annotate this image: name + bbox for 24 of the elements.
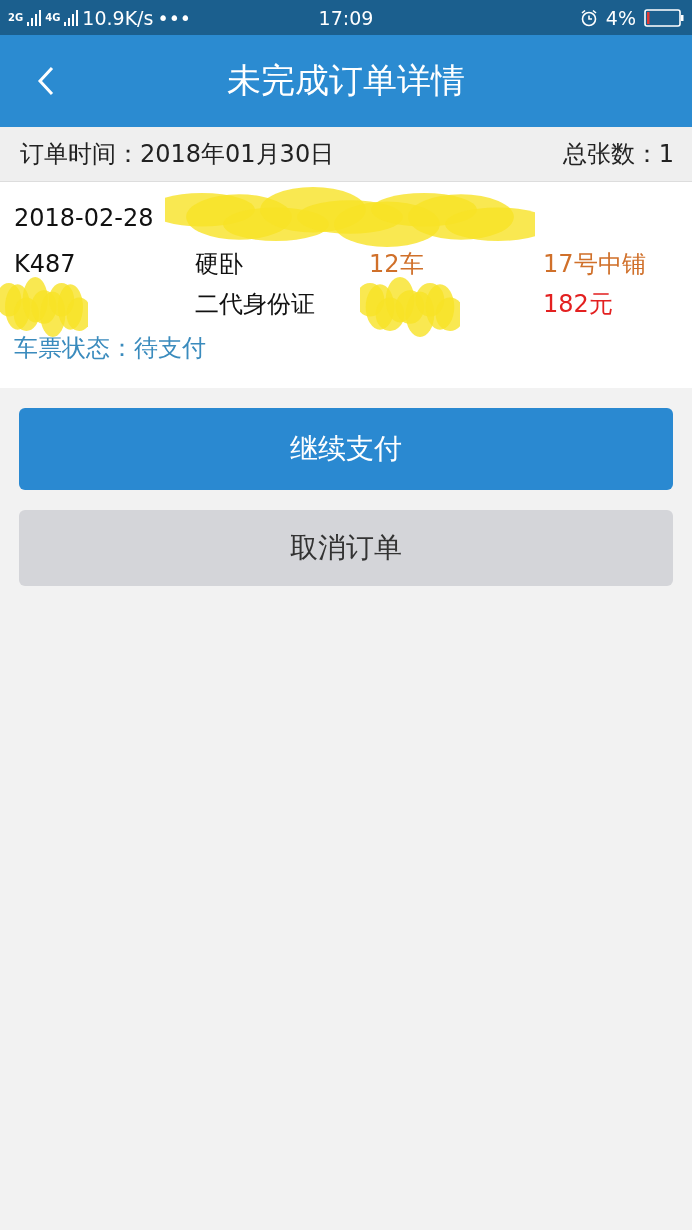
network-speed: 10.9K/s bbox=[82, 6, 154, 29]
ticket-status: 车票状态：待支付 bbox=[14, 333, 206, 364]
pay-button[interactable]: 继续支付 bbox=[19, 408, 673, 490]
seat-type: 硬卧 bbox=[195, 249, 244, 280]
seat-number: 17号中铺 bbox=[543, 249, 647, 280]
signal-icon bbox=[64, 9, 79, 26]
page-title: 未完成订单详情 bbox=[227, 59, 465, 102]
id-type: 二代身份证 bbox=[195, 289, 316, 320]
more-indicator: ••• bbox=[157, 6, 192, 29]
ticket-count: 总张数：1 bbox=[562, 139, 674, 170]
train-number: K487 bbox=[14, 249, 77, 280]
network-label: 2G bbox=[8, 12, 24, 23]
coach-number: 12车 bbox=[369, 249, 425, 280]
travel-date: 2018-02-28 bbox=[14, 204, 154, 232]
battery-icon bbox=[644, 8, 684, 27]
order-time: 订单时间：2018年01月30日 bbox=[20, 139, 335, 170]
clock-time: 17:09 bbox=[318, 6, 374, 29]
alarm-icon bbox=[579, 8, 598, 27]
ticket-price: 182元 bbox=[543, 289, 614, 320]
battery-percent: 4% bbox=[605, 6, 636, 29]
signal-icon bbox=[27, 9, 42, 26]
network-label: 4G bbox=[45, 12, 61, 23]
cancel-button[interactable]: 取消订单 bbox=[19, 510, 673, 586]
back-button[interactable] bbox=[36, 65, 56, 97]
